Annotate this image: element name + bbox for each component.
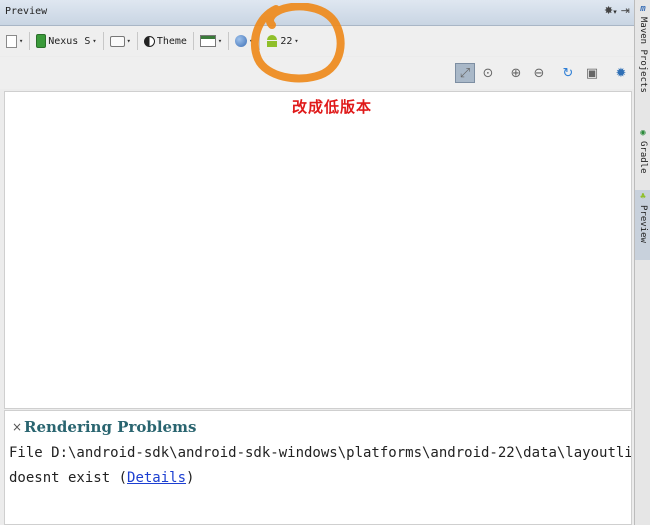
api-level-label: 22: [280, 35, 293, 47]
toolbar-separator: [29, 32, 31, 50]
theme-button[interactable]: Theme: [143, 31, 187, 51]
phone-icon: [36, 34, 47, 48]
zoom-to-fit-icon[interactable]: ⤢: [455, 63, 475, 83]
maven-icon: m: [640, 4, 646, 14]
theme-label: Theme: [156, 35, 187, 47]
zoom-toolbar: ⤢ ⊙ ⊕ ⊖ ↻ ▣ ✹: [0, 57, 634, 89]
pin-icon[interactable]: ⇥: [621, 4, 630, 17]
close-icon[interactable]: ×: [12, 420, 22, 434]
panel-title: Preview: [5, 6, 48, 17]
tab-gradle[interactable]: ◉ Gradle: [635, 126, 650, 186]
device-dropdown[interactable]: Nexus S ▾: [36, 31, 97, 51]
tab-label: Preview: [638, 205, 648, 243]
preview-title-bar: Preview ✸▾ ⇥: [0, 0, 634, 26]
api-level-dropdown[interactable]: 22 ▾: [266, 31, 299, 51]
device-label: Nexus S: [48, 35, 91, 47]
chevron-down-icon: ▾: [126, 37, 131, 45]
problem-message-line2: doesnt exist (Details): [9, 470, 194, 486]
problem-message-prefix: doesnt exist (: [9, 470, 128, 486]
layout-file-dropdown[interactable]: ▾: [6, 31, 23, 51]
right-tool-strip: m Maven Projects ◉ Gradle ♣ Preview: [634, 0, 650, 525]
actual-size-icon[interactable]: ⊙: [478, 63, 498, 83]
toolbar-separator: [228, 32, 230, 50]
chevron-down-icon: ▾: [249, 37, 254, 45]
preview-toolbar: ▾ Nexus S ▾ ▾ Theme ▾ ▾ 22 ▾: [0, 26, 634, 56]
toolbar-separator: [102, 32, 104, 50]
chevron-down-icon: ▾: [294, 37, 299, 45]
tab-preview[interactable]: ♣ Preview: [635, 190, 650, 260]
camera-icon[interactable]: ▣: [582, 63, 602, 83]
android-icon: [266, 35, 278, 47]
tab-label: Maven Projects: [638, 17, 648, 93]
toolbar-separator: [136, 32, 138, 50]
theme-icon: [143, 35, 155, 47]
preview-canvas[interactable]: [4, 91, 632, 409]
zoom-out-icon[interactable]: ⊖: [529, 63, 549, 83]
globe-icon: [235, 35, 248, 47]
chevron-down-icon: ▾: [217, 37, 223, 45]
orientation-icon: [109, 35, 125, 47]
chevron-down-icon: ▾: [92, 37, 97, 45]
layout-icon: [199, 35, 216, 47]
settings-gear-icon[interactable]: ✹: [611, 63, 631, 83]
chevron-down-icon: ▾: [19, 37, 24, 45]
android-icon: ♣: [640, 192, 646, 202]
orientation-dropdown[interactable]: ▾: [109, 31, 131, 51]
toolbar-separator: [192, 32, 194, 50]
document-icon: [6, 34, 17, 48]
details-link[interactable]: Details: [127, 470, 186, 486]
problem-message-suffix: ): [186, 470, 195, 486]
activity-dropdown[interactable]: ▾: [199, 31, 223, 51]
zoom-in-icon[interactable]: ⊕: [506, 63, 526, 83]
locale-dropdown[interactable]: ▾: [235, 31, 253, 51]
tab-maven-projects[interactable]: m Maven Projects: [635, 2, 650, 112]
problem-message-line1: File D:\android-sdk\android-sdk-windows\…: [9, 445, 631, 461]
rendering-problems-panel: × Rendering Problems File D:\android-sdk…: [4, 410, 632, 525]
gradle-icon: ◉: [640, 128, 646, 138]
tab-label: Gradle: [638, 141, 648, 174]
toolbar-separator: [259, 32, 261, 50]
refresh-icon[interactable]: ↻: [558, 63, 578, 83]
problems-heading: Rendering Problems: [24, 418, 197, 436]
gear-icon[interactable]: ✸▾: [604, 4, 617, 17]
annotation-text: 改成低版本: [292, 98, 373, 116]
